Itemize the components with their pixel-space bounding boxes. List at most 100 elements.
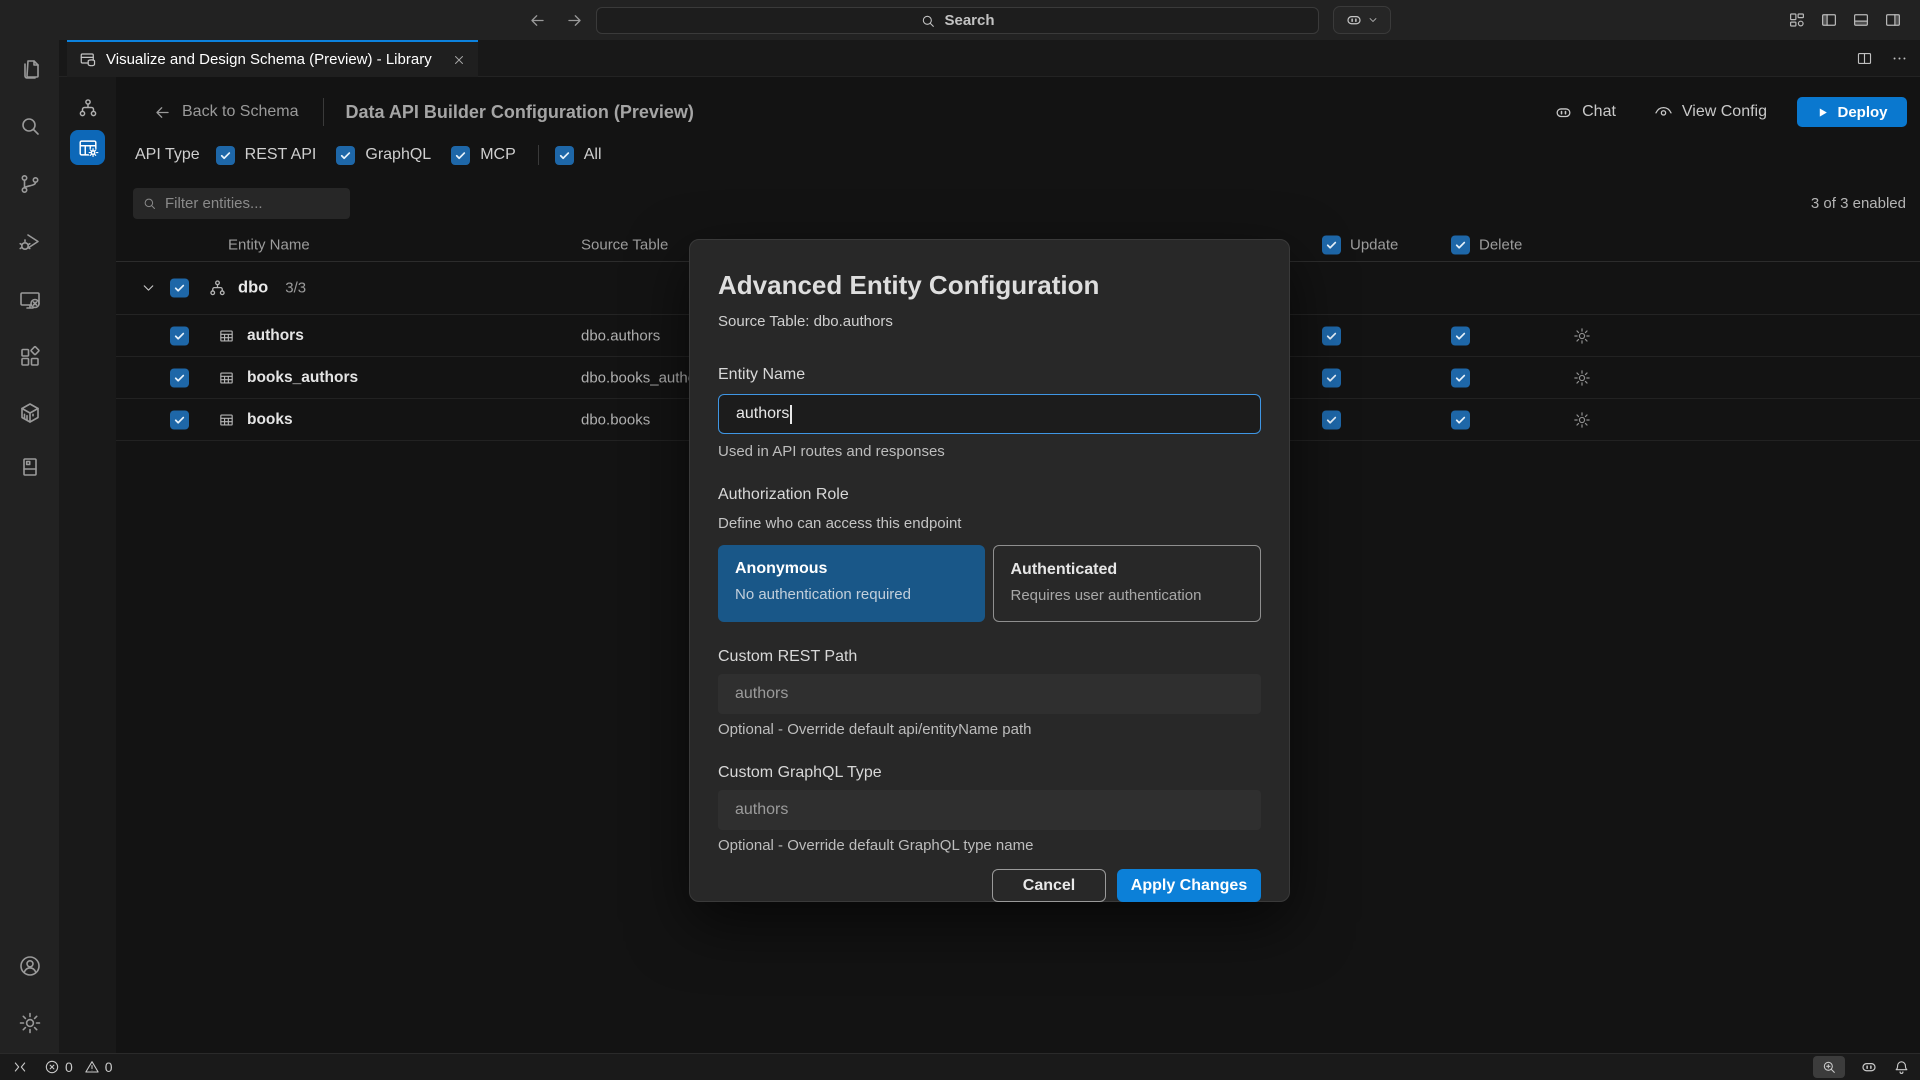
copilot-icon: [1554, 103, 1573, 122]
designer-rail: [59, 77, 116, 1053]
api-type-filter-bar: API Type REST API GraphQL MCP All: [135, 140, 622, 170]
copilot-menu-button[interactable]: [1333, 6, 1391, 34]
entity-name-input[interactable]: authors: [718, 394, 1261, 434]
search-icon: [920, 13, 936, 29]
remote-indicator-icon[interactable]: [12, 1059, 28, 1075]
copilot-icon: [1345, 11, 1363, 29]
update-column-header: Update: [1322, 235, 1398, 254]
more-actions-icon[interactable]: [1891, 50, 1908, 67]
source-table-column-header: Source Table: [581, 236, 668, 253]
table-icon: [218, 369, 235, 386]
group-select-checkbox[interactable]: [170, 279, 189, 298]
header-divider: [323, 98, 324, 126]
table-icon: [218, 411, 235, 428]
close-tab-icon[interactable]: [452, 53, 466, 67]
cancel-button[interactable]: Cancel: [992, 869, 1106, 902]
row-select-checkbox[interactable]: [170, 326, 189, 345]
zoom-indicator[interactable]: [1813, 1056, 1845, 1078]
sidebar-item-run-debug[interactable]: [0, 218, 59, 266]
vscode-window: Search Visualize and Design Schema (Prev…: [0, 0, 1920, 1080]
delete-checkbox[interactable]: [1451, 368, 1470, 387]
entity-settings-gear-icon[interactable]: [1573, 327, 1591, 345]
auth-role-label: Authorization Role: [718, 486, 1261, 504]
sidebar-item-containers[interactable]: [0, 389, 59, 437]
text-caret: [790, 405, 792, 424]
entity-settings-gear-icon[interactable]: [1573, 411, 1591, 429]
delete-checkbox[interactable]: [1451, 326, 1470, 345]
rest-path-help: Optional - Override default api/entityNa…: [718, 721, 1261, 738]
manage-gear-icon[interactable]: [0, 999, 59, 1047]
group-name: dbo: [238, 279, 268, 298]
update-checkbox[interactable]: [1322, 368, 1341, 387]
update-checkbox[interactable]: [1322, 410, 1341, 429]
graphql-filter[interactable]: GraphQL: [336, 146, 431, 165]
delete-all-checkbox[interactable]: [1451, 235, 1470, 254]
toggle-panel-icon[interactable]: [1852, 11, 1870, 29]
source-table: dbo.books: [581, 411, 650, 428]
sidebar-item-extensions[interactable]: [0, 333, 59, 381]
sidebar-item-search[interactable]: [0, 102, 59, 150]
graphql-checkbox[interactable]: [336, 146, 355, 165]
rest-path-input[interactable]: [718, 674, 1261, 714]
row-select-checkbox[interactable]: [170, 410, 189, 429]
modal-source-table: Source Table: dbo.authors: [718, 313, 1261, 330]
problems-indicator[interactable]: 0 0: [44, 1059, 113, 1075]
graphql-type-label: Custom GraphQL Type: [718, 764, 1261, 782]
view-config-button[interactable]: View Config: [1654, 103, 1767, 122]
filter-entities-input[interactable]: [133, 188, 350, 219]
copilot-status-icon[interactable]: [1860, 1058, 1878, 1076]
deploy-button[interactable]: Deploy: [1797, 97, 1907, 127]
api-type-label: API Type: [135, 146, 200, 164]
status-bar: 0 0: [0, 1053, 1920, 1080]
nav-back-icon[interactable]: [528, 11, 547, 30]
accounts-icon[interactable]: [0, 942, 59, 990]
sidebar-item-database-projects[interactable]: [0, 443, 59, 491]
customize-layout-icon[interactable]: [1788, 11, 1806, 29]
toggle-secondary-sidebar-icon[interactable]: [1884, 11, 1902, 29]
notifications-bell-icon[interactable]: [1893, 1059, 1910, 1076]
entity-name-label: Entity Name: [718, 366, 1261, 384]
nav-forward-icon[interactable]: [565, 11, 584, 30]
source-table: dbo.authors: [581, 327, 660, 344]
update-checkbox[interactable]: [1322, 326, 1341, 345]
schema-diagram-view-button[interactable]: [70, 90, 105, 125]
delete-checkbox[interactable]: [1451, 410, 1470, 429]
anonymous-role-card[interactable]: Anonymous No authentication required: [718, 545, 985, 622]
error-count: 0: [65, 1059, 73, 1075]
split-editor-icon[interactable]: [1856, 50, 1873, 67]
modal-title: Advanced Entity Configuration: [718, 270, 1261, 300]
page-title: Data API Builder Configuration (Preview): [346, 102, 694, 123]
mcp-filter[interactable]: MCP: [451, 146, 516, 165]
apply-changes-button[interactable]: Apply Changes: [1117, 869, 1261, 902]
enabled-summary: 3 of 3 enabled: [1811, 188, 1906, 219]
warning-icon: [84, 1059, 100, 1075]
sidebar-item-source-control[interactable]: [0, 160, 59, 208]
api-builder-view-button[interactable]: [70, 130, 105, 165]
toggle-sidebar-icon[interactable]: [1820, 11, 1838, 29]
schema-designer-icon: [79, 51, 97, 69]
update-all-checkbox[interactable]: [1322, 235, 1341, 254]
collapse-chevron-icon[interactable]: [140, 280, 157, 297]
chat-button[interactable]: Chat: [1554, 103, 1616, 122]
graphql-type-input[interactable]: [718, 790, 1261, 830]
back-to-schema-link[interactable]: Back to Schema: [153, 103, 299, 122]
delete-column-header: Delete: [1451, 235, 1522, 254]
activity-bar: [0, 40, 59, 1053]
tab-visualize-design-schema[interactable]: Visualize and Design Schema (Preview) - …: [67, 40, 478, 77]
entity-settings-gear-icon[interactable]: [1573, 369, 1591, 387]
row-select-checkbox[interactable]: [170, 368, 189, 387]
command-center-search[interactable]: Search: [596, 7, 1319, 34]
sidebar-item-remote-explorer[interactable]: [0, 276, 59, 324]
sidebar-item-explorer[interactable]: [0, 45, 59, 93]
title-bar: Search: [0, 0, 1920, 40]
rest-api-checkbox[interactable]: [216, 146, 235, 165]
all-checkbox[interactable]: [555, 146, 574, 165]
chevron-down-icon: [1367, 14, 1379, 26]
rest-api-filter[interactable]: REST API: [216, 146, 317, 165]
authenticated-role-card[interactable]: Authenticated Requires user authenticati…: [993, 545, 1262, 622]
filter-divider: [538, 145, 539, 165]
all-filter[interactable]: All: [555, 146, 602, 165]
mcp-checkbox[interactable]: [451, 146, 470, 165]
warning-count: 0: [105, 1059, 113, 1075]
graphql-type-help: Optional - Override default GraphQL type…: [718, 837, 1261, 854]
